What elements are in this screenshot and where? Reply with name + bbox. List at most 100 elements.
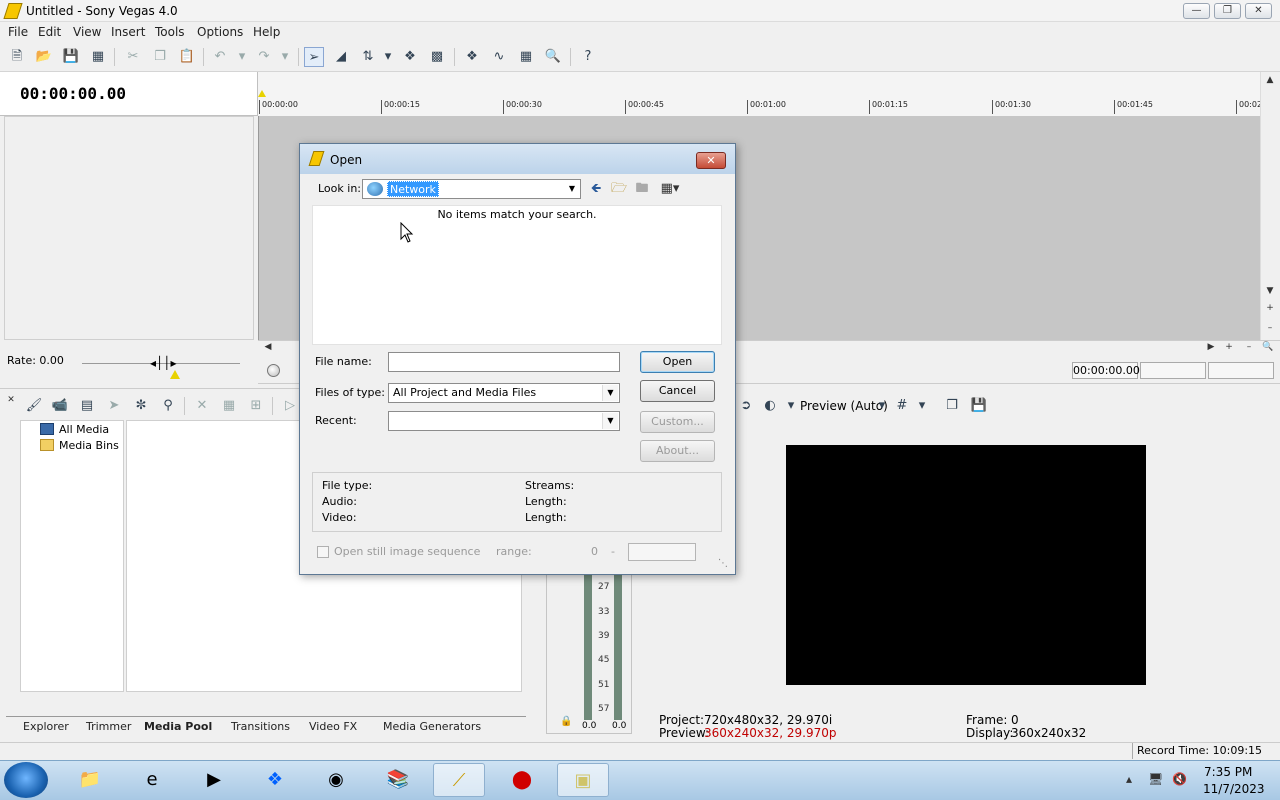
volume-muted-icon[interactable]: 🔇 — [1172, 772, 1187, 786]
restore-button[interactable]: ❐ — [1214, 3, 1241, 19]
media-bins-tree[interactable] — [20, 420, 124, 692]
grid-dropdown-icon[interactable]: ▾ — [912, 396, 932, 416]
delete-media-icon[interactable]: ✕ — [192, 396, 212, 416]
close-window-button[interactable]: ✕ — [1245, 3, 1272, 19]
range-end-input[interactable] — [628, 543, 696, 561]
menu-view[interactable]: View — [73, 25, 101, 39]
chevron-down-icon[interactable]: ▼ — [602, 385, 618, 401]
files-of-type-dropdown[interactable]: All Project and Media Files — [388, 383, 620, 403]
grid-icon[interactable]: # — [892, 396, 912, 416]
remove-media-icon[interactable]: ➤ — [104, 396, 124, 416]
selection-start-field[interactable] — [1140, 362, 1206, 379]
tree-item-media-bins[interactable]: Media Bins — [40, 439, 119, 452]
scroll-up-icon[interactable]: ▲ — [1262, 72, 1278, 88]
cancel-button[interactable]: Cancel — [640, 380, 715, 402]
custom-button[interactable]: Custom... — [640, 411, 715, 433]
selection-tool-icon[interactable]: ⇅ — [358, 47, 378, 67]
media-fx-icon[interactable]: ✼ — [131, 396, 151, 416]
screen-recorder-taskbar-icon[interactable]: ⬤ — [496, 763, 548, 797]
open-folder-icon[interactable]: 📂 — [34, 47, 54, 67]
clock-date[interactable]: 11/7/2023 — [1203, 782, 1265, 796]
rate-slider-thumb[interactable]: ◂││▸ — [150, 356, 177, 370]
show-hidden-icons-icon[interactable]: ▴ — [1126, 772, 1132, 786]
copy-snapshot-icon[interactable]: ❐ — [942, 396, 962, 416]
open-button[interactable]: Open — [640, 351, 715, 373]
copy-icon[interactable]: ❐ — [150, 47, 170, 67]
scroll-right-icon[interactable]: ▶ — [1203, 339, 1219, 355]
sony-vegas-taskbar-icon[interactable]: ⟋ — [433, 763, 485, 797]
snapping-icon[interactable]: ❖ — [400, 47, 420, 67]
playhead-marker-icon[interactable] — [258, 90, 266, 97]
dock-close-icon[interactable]: ✕ — [3, 392, 19, 408]
dialog-close-button[interactable]: ✕ — [696, 152, 726, 169]
file-name-input[interactable] — [388, 352, 620, 372]
internet-explorer-taskbar-icon[interactable]: e — [126, 763, 178, 797]
zoom-tool-small-icon[interactable]: 🔍 — [1260, 339, 1276, 355]
ripple-edit-icon[interactable]: ❖ — [462, 47, 482, 67]
view-menu-icon[interactable]: ▦▾ — [656, 180, 684, 198]
overlays-icon[interactable]: ◐ — [760, 396, 780, 416]
import-media-icon[interactable]: 🖌 — [24, 396, 44, 416]
menu-help[interactable]: Help — [253, 25, 280, 39]
transport-time-field[interactable]: 00:00:00.00 — [1072, 362, 1140, 379]
preview-settings-icon[interactable]: ➲ — [736, 396, 756, 416]
tab-media-pool[interactable]: Media Pool — [144, 720, 212, 733]
zoom-out-vertical-icon[interactable]: – — [1262, 320, 1278, 336]
redo-dropdown-icon[interactable]: ▾ — [275, 47, 295, 67]
open-image-sequence-checkbox[interactable] — [317, 546, 329, 558]
normal-edit-tool-icon[interactable]: ➢ — [304, 47, 324, 67]
clock-time[interactable]: 7:35 PM — [1204, 765, 1252, 779]
views-icon[interactable]: ⊞ — [246, 396, 266, 416]
tab-trimmer[interactable]: Trimmer — [86, 720, 131, 733]
resize-grip-icon[interactable]: ⋱ — [718, 558, 728, 569]
menu-options[interactable]: Options — [197, 25, 243, 39]
save-snapshot-icon[interactable]: 💾 — [969, 396, 989, 416]
tree-item-all-media[interactable]: All Media — [40, 423, 109, 436]
up-folder-icon[interactable]: 🗁 — [610, 180, 628, 198]
media-properties-icon[interactable]: ▦ — [219, 396, 239, 416]
chevron-down-icon[interactable]: ▼ — [565, 181, 579, 197]
tab-video-fx[interactable]: Video FX — [309, 720, 357, 733]
undo-icon[interactable]: ↶ — [210, 47, 230, 67]
minimize-button[interactable]: — — [1183, 3, 1210, 19]
about-button[interactable]: About... — [640, 440, 715, 462]
tab-explorer[interactable]: Explorer — [23, 720, 69, 733]
record-button[interactable] — [267, 364, 280, 377]
media-player-taskbar-icon[interactable]: ▶ — [188, 763, 240, 797]
cut-icon[interactable]: ✂ — [123, 47, 143, 67]
dialog-title-bar[interactable] — [300, 144, 735, 174]
winrar-taskbar-icon[interactable]: 📚 — [372, 763, 424, 797]
zoom-in-vertical-icon[interactable]: + — [1262, 300, 1278, 316]
search-media-icon[interactable]: ⚲ — [158, 396, 178, 416]
new-file-icon[interactable]: 🗎 — [7, 47, 27, 67]
zoom-in-horizontal-icon[interactable]: + — [1221, 339, 1237, 355]
menu-tools[interactable]: Tools — [155, 25, 185, 39]
menu-file[interactable]: File — [8, 25, 28, 39]
chevron-down-icon[interactable]: ▼ — [602, 413, 618, 429]
look-in-value[interactable]: Network — [387, 181, 439, 197]
menu-insert[interactable]: Insert — [111, 25, 145, 39]
redo-icon[interactable]: ↷ — [254, 47, 274, 67]
sticky-notes-taskbar-icon[interactable]: ▣ — [557, 763, 609, 797]
network-icon[interactable]: 🖥 — [1148, 772, 1163, 786]
tab-media-generators[interactable]: Media Generators — [383, 720, 481, 733]
properties-icon[interactable]: ▦ — [88, 47, 108, 67]
ignore-grouping-icon[interactable]: ▦ — [516, 47, 536, 67]
zoom-tool-icon[interactable]: 🔍 — [543, 47, 563, 67]
envelope-tool-icon[interactable]: ◢ — [331, 47, 351, 67]
chrome-taskbar-icon[interactable]: ◉ — [310, 763, 362, 797]
play-preview-icon[interactable]: ▷ — [280, 396, 300, 416]
start-button[interactable] — [4, 762, 48, 798]
tab-transitions[interactable]: Transitions — [231, 720, 290, 733]
lock-icon[interactable]: 🔒 — [560, 716, 572, 727]
preview-quality-dropdown-icon[interactable]: ▾ — [872, 396, 892, 416]
scroll-down-icon[interactable]: ▼ — [1262, 283, 1278, 299]
dropbox-taskbar-icon[interactable]: ❖ — [249, 763, 301, 797]
zoom-out-horizontal-icon[interactable]: – — [1241, 339, 1257, 355]
selection-dropdown-icon[interactable]: ▾ — [378, 47, 398, 67]
menu-edit[interactable]: Edit — [38, 25, 61, 39]
scroll-left-icon[interactable]: ◀ — [260, 339, 276, 355]
track-list[interactable] — [4, 116, 254, 340]
overlays-dropdown-icon[interactable]: ▾ — [781, 396, 801, 416]
back-arrow-icon[interactable]: 🡸 — [587, 180, 605, 198]
